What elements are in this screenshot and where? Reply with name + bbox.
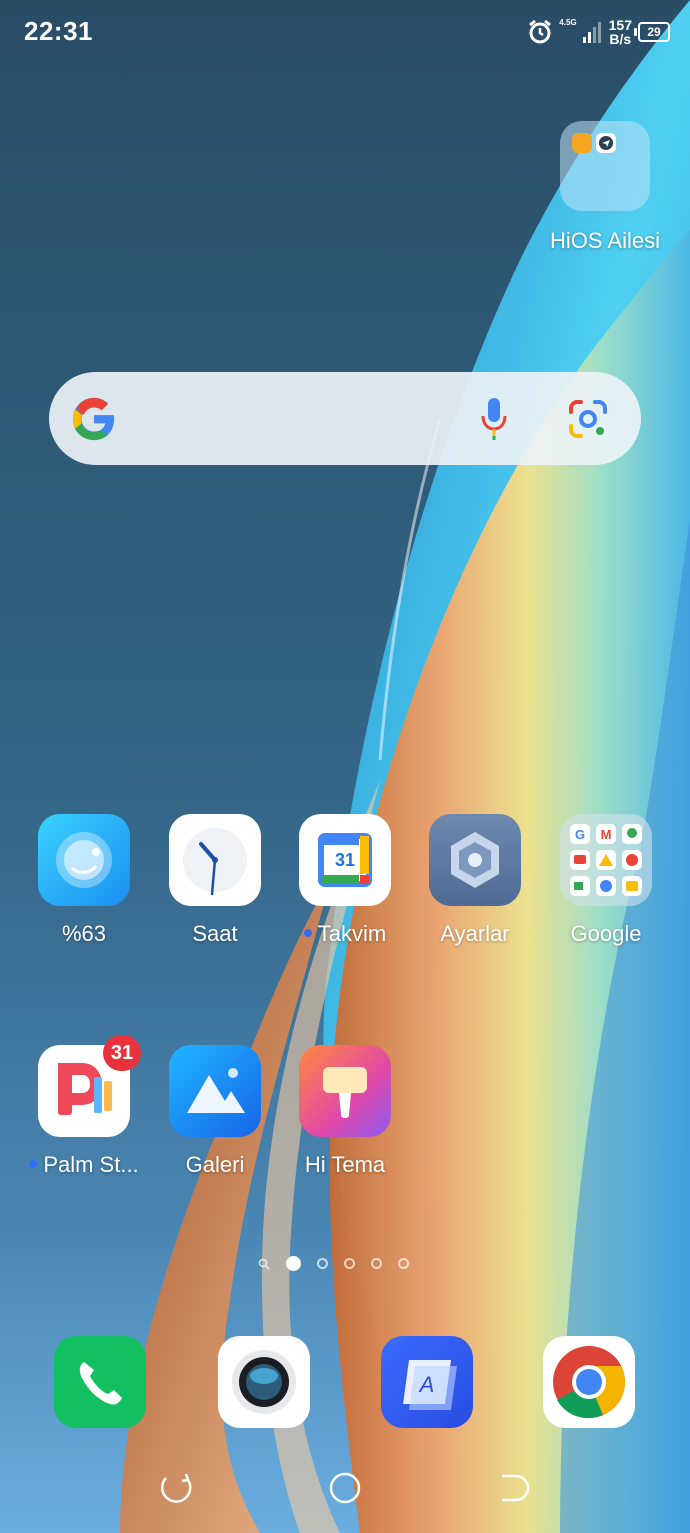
google-g-icon xyxy=(72,397,115,441)
gallery-icon xyxy=(187,1068,245,1113)
page-dot xyxy=(317,1258,328,1269)
app-label: %63 xyxy=(61,921,107,946)
phone-icon xyxy=(79,1362,122,1405)
page-dot xyxy=(344,1258,355,1269)
calendar-day: 31 xyxy=(334,850,356,870)
phone-master-icon xyxy=(56,832,112,888)
search-page-icon xyxy=(258,1258,270,1270)
hios-folder[interactable] xyxy=(560,121,650,211)
google-search-widget[interactable] xyxy=(49,372,641,465)
back-icon[interactable] xyxy=(492,1468,532,1508)
page-dot xyxy=(371,1258,382,1269)
signal-icon xyxy=(582,22,601,43)
battery-level: 29 xyxy=(647,25,661,39)
clock-icon xyxy=(183,828,247,896)
google-lens-icon[interactable] xyxy=(567,398,609,440)
network-speed: 157 B/s xyxy=(608,17,632,47)
home-icon[interactable] xyxy=(325,1468,365,1508)
new-install-dot xyxy=(29,1160,38,1169)
network-type: 4.5G xyxy=(559,17,577,27)
folder-mini-telegram-icon xyxy=(596,133,616,153)
camera-icon xyxy=(232,1350,296,1414)
svg-text:G: G xyxy=(575,827,585,842)
notification-badge: 31 xyxy=(103,1035,141,1071)
page-dot-active xyxy=(286,1256,301,1271)
theme-icon xyxy=(323,1067,367,1118)
google-folder-app-icon[interactable]: G M xyxy=(560,814,652,906)
hi-theme-app-icon[interactable] xyxy=(299,1045,391,1137)
battery-icon: 29 xyxy=(634,22,670,42)
ai-assistant-icon: A xyxy=(403,1360,457,1410)
alarm-icon xyxy=(529,19,552,44)
page-dot xyxy=(398,1258,409,1269)
phone-master-app-icon[interactable] xyxy=(38,814,130,906)
folder-mini-app-icon xyxy=(572,133,592,153)
ai-assistant-app-icon[interactable]: A xyxy=(381,1336,473,1428)
app-label: Galeri xyxy=(185,1152,245,1177)
google-folder-icon: G M xyxy=(570,824,642,896)
recent-apps-icon[interactable] xyxy=(156,1468,196,1508)
app-label: Takvim xyxy=(285,921,405,947)
svg-text:M: M xyxy=(601,827,612,842)
camera-app-icon[interactable] xyxy=(218,1336,310,1428)
settings-app-icon[interactable] xyxy=(429,814,521,906)
calendar-app-icon[interactable]: 31 xyxy=(299,814,391,906)
page-indicator[interactable] xyxy=(258,1256,409,1271)
app-label: Hi Tema xyxy=(304,1152,386,1177)
chrome-app-icon[interactable] xyxy=(543,1336,635,1428)
app-label: Palm St... xyxy=(20,1152,148,1178)
home-screen: 22:31 4.5G 157 B/s 29 HiOS Ailesi %63 Sa… xyxy=(0,0,690,1533)
svg-text:A: A xyxy=(418,1372,435,1397)
app-label: Google xyxy=(570,921,642,946)
app-label: Saat xyxy=(192,921,238,946)
mic-icon[interactable] xyxy=(479,396,509,442)
chrome-icon xyxy=(553,1346,625,1419)
settings-icon xyxy=(451,832,499,888)
new-install-dot xyxy=(303,929,312,938)
status-time: 22:31 xyxy=(24,16,93,46)
clock-app-icon[interactable] xyxy=(169,814,261,906)
hios-folder-label: HiOS Ailesi xyxy=(549,228,661,253)
gallery-app-icon[interactable] xyxy=(169,1045,261,1137)
phone-app-icon[interactable] xyxy=(54,1336,146,1428)
status-bar: 22:31 4.5G 157 B/s 29 xyxy=(0,0,690,64)
app-label: Ayarlar xyxy=(440,921,510,946)
